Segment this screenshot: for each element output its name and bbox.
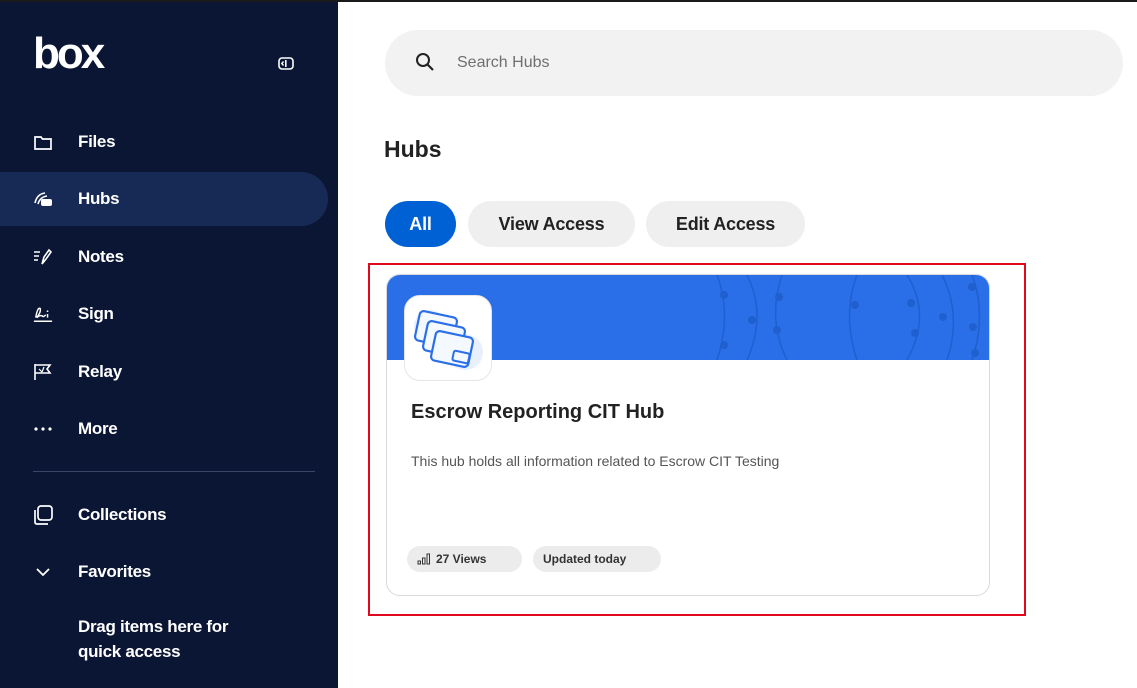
sidebar-item-files[interactable]: Files (0, 115, 328, 169)
drag-hint-line2: quick access (78, 642, 181, 661)
sidebar-item-hubs[interactable]: Hubs (0, 172, 328, 226)
sidebar-item-favorites[interactable]: Favorites (0, 545, 328, 599)
search-icon (416, 53, 434, 71)
more-icon (33, 419, 53, 439)
relay-icon (33, 362, 53, 382)
collapse-sidebar-icon[interactable] (278, 57, 294, 70)
hub-logo (404, 295, 492, 381)
box-logo[interactable]: box (33, 32, 105, 76)
sidebar-item-label: Relay (78, 362, 122, 381)
sidebar-item-label: Files (78, 132, 116, 151)
collections-icon (33, 505, 53, 525)
filter-all[interactable]: All (385, 201, 456, 247)
notes-icon (33, 247, 53, 267)
hubs-icon (33, 189, 53, 209)
hub-title[interactable]: Escrow Reporting CIT Hub (411, 401, 664, 424)
sidebar-item-collections[interactable]: Collections (0, 488, 328, 542)
hub-description: This hub holds all information related t… (411, 453, 780, 469)
updated-badge: Updated today (533, 546, 661, 572)
sidebar-item-more[interactable]: More (0, 402, 328, 456)
sidebar-item-label: Collections (78, 505, 167, 524)
sign-icon (33, 304, 53, 324)
sidebar-divider (33, 471, 315, 472)
views-chart-icon (417, 553, 430, 565)
sidebar-item-relay[interactable]: Relay (0, 345, 328, 399)
page-title: Hubs (384, 136, 442, 162)
filter-edit-access[interactable]: Edit Access (646, 201, 805, 247)
sidebar: box Files Hubs Notes Sign Relay More Col… (0, 2, 338, 688)
hub-stack-icon (413, 310, 483, 370)
sidebar-item-label: Sign (78, 304, 114, 323)
views-badge: 27 Views (407, 546, 522, 572)
search-input[interactable] (455, 48, 1079, 78)
sidebar-item-label: Notes (78, 247, 124, 266)
filter-view-access[interactable]: View Access (468, 201, 635, 247)
views-count: 27 Views (436, 552, 487, 566)
sidebar-item-label: Favorites (78, 562, 151, 581)
chevron-down-icon (33, 562, 53, 582)
hub-card[interactable]: Escrow Reporting CIT Hub This hub holds … (386, 274, 990, 596)
folder-icon (33, 132, 53, 152)
favorites-drag-hint: Drag items here for quick access (78, 614, 228, 664)
updated-label: Updated today (543, 552, 627, 566)
sidebar-item-sign[interactable]: Sign (0, 287, 328, 341)
sidebar-item-label: Hubs (78, 189, 120, 208)
drag-hint-line1: Drag items here for (78, 617, 229, 636)
search-bar[interactable] (385, 30, 1123, 96)
sidebar-item-label: More (78, 419, 118, 438)
sidebar-item-notes[interactable]: Notes (0, 230, 328, 284)
